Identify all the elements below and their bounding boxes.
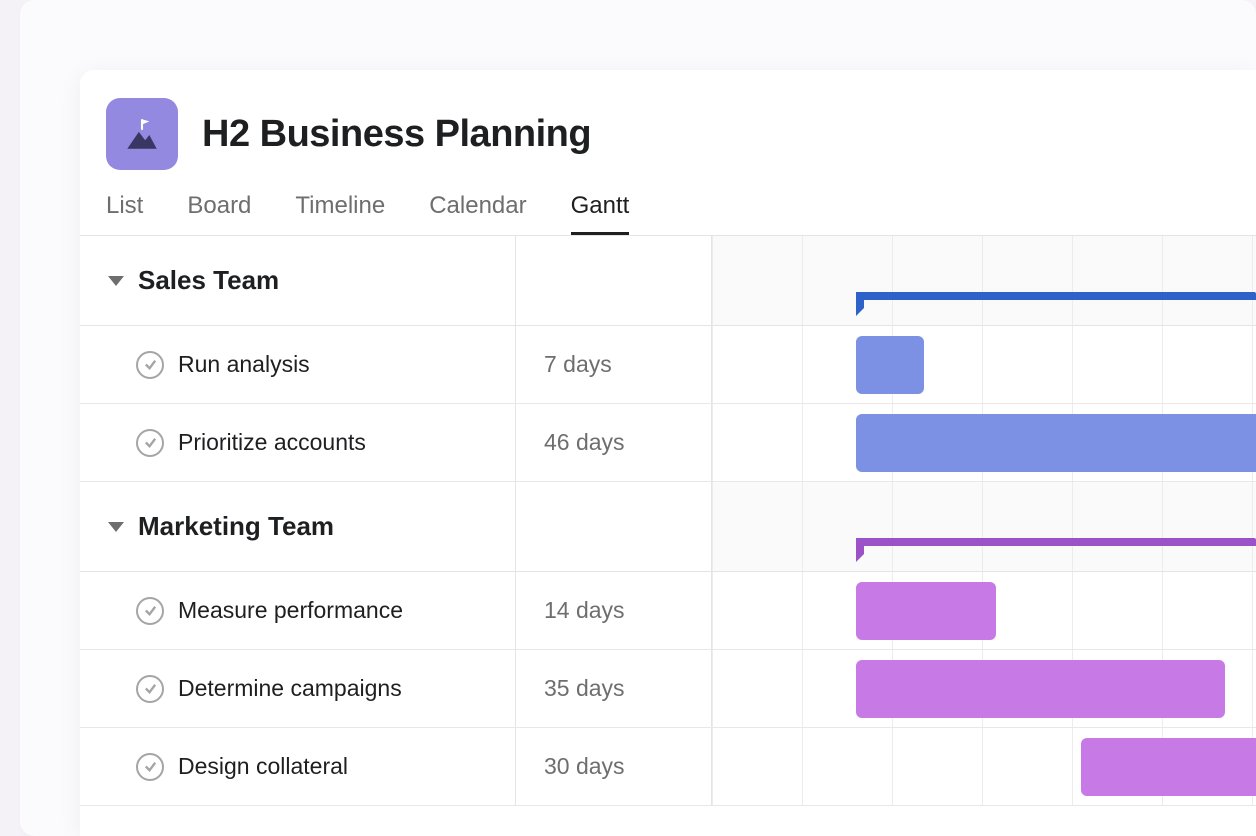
tab-calendar[interactable]: Calendar — [429, 192, 526, 235]
group-row-sales[interactable]: Sales Team — [80, 236, 1256, 326]
project-header: H2 Business Planning — [80, 70, 1256, 192]
task-row[interactable]: Design collateral 30 days — [80, 728, 1256, 806]
gantt-bar[interactable] — [856, 582, 996, 640]
task-name: Determine campaigns — [178, 675, 402, 702]
tab-list[interactable]: List — [106, 192, 143, 235]
group-summary-bar[interactable] — [856, 292, 1256, 302]
view-tabs: List Board Timeline Calendar Gantt — [80, 192, 1256, 235]
gantt-bar[interactable] — [1081, 738, 1256, 796]
project-card: H2 Business Planning List Board Timeline… — [80, 70, 1256, 836]
check-circle-icon[interactable] — [136, 351, 164, 379]
task-name: Run analysis — [178, 351, 310, 378]
tab-board[interactable]: Board — [187, 192, 251, 235]
chevron-down-icon[interactable] — [108, 522, 124, 532]
task-duration: 7 days — [516, 326, 712, 403]
group-label: Marketing Team — [138, 511, 334, 542]
task-duration: 35 days — [516, 650, 712, 727]
group-row-marketing[interactable]: Marketing Team — [80, 482, 1256, 572]
check-circle-icon[interactable] — [136, 675, 164, 703]
task-name: Design collateral — [178, 753, 348, 780]
task-duration: 30 days — [516, 728, 712, 805]
task-row[interactable]: Determine campaigns 35 days — [80, 650, 1256, 728]
task-row[interactable]: Measure performance 14 days — [80, 572, 1256, 650]
task-row[interactable]: Run analysis 7 days — [80, 326, 1256, 404]
group-label: Sales Team — [138, 265, 279, 296]
gantt-bar[interactable] — [856, 660, 1225, 718]
task-name: Prioritize accounts — [178, 429, 366, 456]
gantt-bar[interactable] — [856, 336, 924, 394]
group-summary-bar[interactable] — [856, 538, 1256, 548]
tab-timeline[interactable]: Timeline — [295, 192, 385, 235]
task-duration: 14 days — [516, 572, 712, 649]
project-icon[interactable] — [106, 98, 178, 170]
tab-gantt[interactable]: Gantt — [571, 192, 630, 235]
gantt-grid: Sales Team Run analysis 7 days Priori — [80, 235, 1256, 806]
task-name: Measure performance — [178, 597, 403, 624]
chevron-down-icon[interactable] — [108, 276, 124, 286]
gantt-bar[interactable] — [856, 414, 1256, 472]
mountain-flag-icon — [121, 113, 163, 155]
task-duration: 46 days — [516, 404, 712, 481]
check-circle-icon[interactable] — [136, 753, 164, 781]
task-row[interactable]: Prioritize accounts 46 days — [80, 404, 1256, 482]
project-title: H2 Business Planning — [202, 113, 591, 156]
check-circle-icon[interactable] — [136, 429, 164, 457]
check-circle-icon[interactable] — [136, 597, 164, 625]
